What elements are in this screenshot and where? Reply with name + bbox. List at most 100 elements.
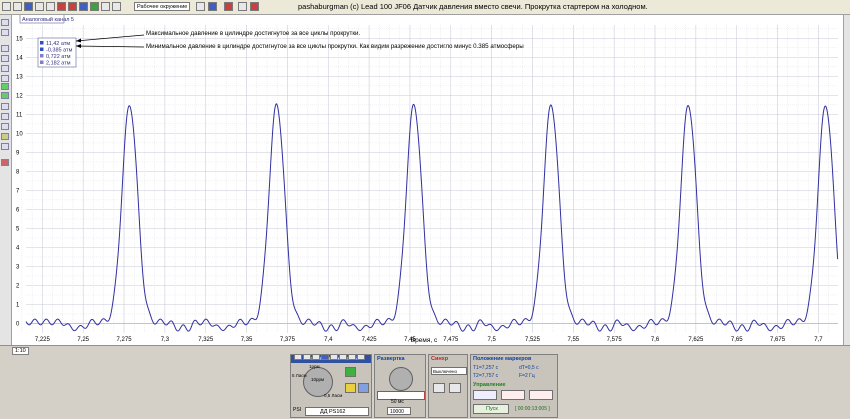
wave-mode-1-button[interactable] [473, 390, 497, 400]
markers-panel: Положение маркеров T1=7,257 с T2=7,757 с… [470, 354, 558, 418]
marker-readout-3: 0,722 атм [46, 54, 71, 60]
sync-falling-button[interactable] [449, 383, 461, 393]
wave-mode-2-button[interactable] [501, 390, 525, 400]
new-file-icon[interactable] [2, 2, 11, 11]
marker-swatch [40, 41, 44, 45]
sweep-value: 50 мс [391, 399, 404, 405]
up-arrow-icon[interactable] [1, 45, 9, 52]
marker-dt: dT=0,5 с [519, 365, 539, 371]
x-tick-label: 7,6 [651, 337, 660, 343]
record-icon[interactable] [224, 2, 233, 11]
down-arrow-icon[interactable] [1, 65, 9, 72]
x-tick-label: 7,475 [443, 337, 459, 343]
x-tick-label: 7,65 [731, 337, 743, 343]
annotation-max: Максимальное давление в цилиндре достигн… [146, 30, 361, 37]
x-tick-label: 7,275 [117, 337, 133, 343]
timebase-title: Развертка [377, 356, 405, 362]
refresh-icon[interactable] [196, 2, 205, 11]
psi-label: PSI [293, 407, 302, 413]
x-tick-label: 7,425 [362, 337, 378, 343]
scope-area[interactable]: 15 14 13 12 11 10 9 8 7 6 5 4 3 2 1 0 7,225 7,25 7,275 7,3… [12, 13, 843, 345]
start-button-label: Пуск [486, 406, 498, 412]
marker-readout-2: -0,385 атм [46, 48, 73, 54]
zoom-indicator[interactable]: 1:10 [12, 347, 29, 355]
channel-play-button[interactable] [345, 383, 356, 393]
grid-red-2-icon[interactable] [68, 2, 77, 11]
channel-tab-3[interactable] [312, 354, 320, 360]
zoom-out-icon[interactable] [1, 29, 9, 36]
start-button[interactable]: Пуск [473, 404, 509, 414]
x-tick-label: 7,625 [688, 337, 704, 343]
down-arrow-2-icon[interactable] [1, 75, 9, 82]
x-tick-label: 7,7 [814, 337, 823, 343]
settings-icon[interactable] [101, 2, 110, 11]
sample-count-field[interactable]: 10000 [387, 407, 411, 415]
annotation-min: Минимальное давление в цилиндре достигну… [146, 43, 524, 50]
grid-blue-icon[interactable] [79, 2, 88, 11]
up-arrow-2-icon[interactable] [1, 55, 9, 62]
y-tick-label: 12 [16, 93, 23, 99]
window-icon[interactable] [238, 2, 247, 11]
right-scrollbar[interactable] [843, 15, 850, 345]
channel-tab-6[interactable] [339, 354, 347, 360]
marker-icon[interactable] [1, 113, 9, 120]
x-tick-label: 7,675 [770, 337, 786, 343]
x-tick-label: 7,5 [487, 337, 496, 343]
channel-tab-2[interactable] [303, 354, 311, 360]
marker-swatch [40, 47, 44, 51]
channel-tab-7[interactable] [348, 354, 356, 360]
filter-icon[interactable] [1, 159, 9, 166]
green-down-icon[interactable] [1, 92, 9, 99]
cursor-icon[interactable] [1, 103, 9, 110]
toolbar [2, 2, 121, 11]
grid-red-icon[interactable] [57, 2, 66, 11]
y-tick-label: 10 [16, 131, 23, 137]
y-tick-label: 13 [16, 74, 23, 80]
x-tick-label: 7,525 [525, 337, 541, 343]
sync-mode-select[interactable]: Выключено [431, 367, 467, 375]
print-icon[interactable] [35, 2, 44, 11]
channel-tab-5[interactable] [330, 354, 338, 360]
measure-icon[interactable] [1, 133, 9, 140]
channel-tab-8[interactable] [357, 354, 365, 360]
scale-icon[interactable] [1, 143, 9, 150]
grid-green-icon[interactable] [90, 2, 99, 11]
x-tick-label: 7,3 [161, 337, 170, 343]
layout-icon[interactable] [208, 2, 217, 11]
channel-tab-4[interactable] [321, 354, 329, 360]
save-icon[interactable] [24, 2, 33, 11]
sync-rising-button[interactable] [433, 383, 445, 393]
sync-mode-value: Выключено [433, 369, 457, 374]
elapsed-timer: [ 00:00:13:005 ] [515, 406, 550, 412]
open-folder-icon[interactable] [13, 2, 22, 11]
workspace-combo[interactable]: Рабочее окружение [134, 2, 190, 11]
window-title: pashaburgman (c) Lead 100 JF06 Датчик да… [298, 2, 648, 11]
status-strip: 1:10 [0, 345, 850, 355]
ruler-icon[interactable] [1, 123, 9, 130]
marker-swatch [40, 60, 44, 64]
left-toolbar [0, 15, 12, 345]
calc-icon[interactable] [112, 2, 121, 11]
title-bar: Рабочее окружение pashaburgman (c) Lead … [0, 0, 850, 15]
x-tick-label: 7,4 [324, 337, 333, 343]
channel-settings-button[interactable] [358, 383, 369, 393]
marker-t1: T1=7,257 с [473, 365, 499, 371]
control-title: Управление [473, 382, 506, 388]
sample-count-value: 10000 [390, 409, 404, 415]
sensor-select[interactable]: ДД PS162 [305, 407, 369, 416]
export-icon[interactable] [46, 2, 55, 11]
x-tick-label: 7,35 [241, 337, 253, 343]
zoom-in-icon[interactable] [1, 19, 9, 26]
timebase-knob[interactable] [389, 367, 413, 391]
wave-mode-3-button[interactable] [529, 390, 553, 400]
help-icon[interactable] [250, 2, 259, 11]
channel-tab-label: Аналоговый канал 5 [22, 16, 74, 23]
knob-top-label: 1ppм [309, 364, 320, 369]
channel-on-button[interactable] [345, 367, 356, 377]
oscillogram[interactable]: 1514131211109876543210 7,225 7,25 7,275 7,3… [12, 13, 843, 345]
y-tick-label: 15 [16, 36, 23, 42]
sensor-select-value: ДД PS162 [320, 409, 346, 415]
markers-title: Положение маркеров [473, 356, 532, 362]
green-up-icon[interactable] [1, 83, 9, 90]
channel-tab-1[interactable] [294, 354, 302, 360]
